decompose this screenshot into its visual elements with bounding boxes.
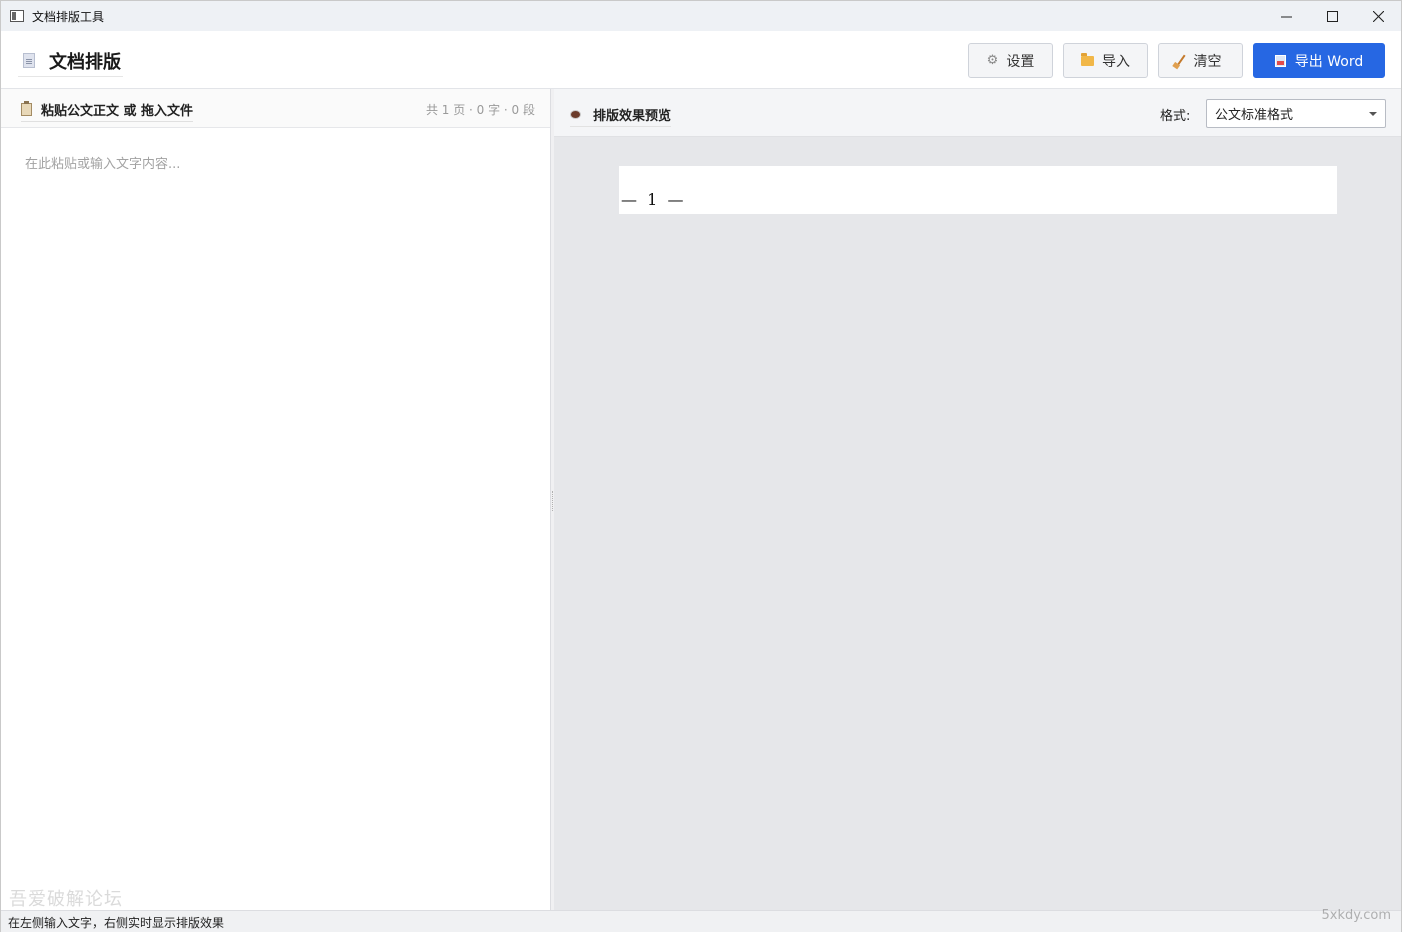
minimize-icon [1280, 16, 1292, 17]
app-icon [10, 10, 24, 22]
preview-panel-title: 排版效果预览 [593, 109, 672, 124]
splitter-grip[interactable] [552, 491, 553, 511]
folder-icon [1081, 52, 1094, 66]
maximize-icon [1326, 10, 1338, 22]
input-panel-header: 粘贴公文正文 或 拖入文件 共 1 页 · 0 字 · 0 段 [1, 89, 550, 128]
maximize-button[interactable] [1309, 1, 1355, 31]
settings-button-label: 设置 [1006, 53, 1035, 70]
preview-panel-header: 排版效果预览 格式: 公文标准格式 [554, 89, 1401, 137]
import-button-label: 导入 [1102, 53, 1130, 70]
app-header: 文档排版 ⚙ 设置 导入 清空 导出 Word [1, 31, 1401, 89]
clear-button-label: 清空 [1193, 53, 1222, 70]
broom-icon [1175, 54, 1186, 67]
title-bar: 文档排版工具 [1, 1, 1401, 31]
app-window: 文档排版工具 文档排版 ⚙ 设置 导入 清空 导出 Word 粘贴公文正文 或 … [0, 0, 1402, 932]
export-word-button-label: 导出 Word [1294, 53, 1364, 70]
settings-button[interactable]: ⚙ 设置 [968, 43, 1053, 78]
toolbar: ⚙ 设置 导入 清空 导出 Word [968, 43, 1385, 78]
clipboard-icon [21, 101, 32, 116]
window-controls [1263, 1, 1401, 31]
document-icon [23, 53, 35, 68]
close-icon [1372, 10, 1384, 22]
page-title: 文档排版 [49, 51, 121, 73]
import-button[interactable]: 导入 [1063, 43, 1148, 78]
preview-panel-title-wrap: 排版效果预览 [570, 105, 672, 127]
page-number: — 1 — [621, 190, 684, 209]
format-select-value: 公文标准格式 [1215, 108, 1294, 123]
preview-page: — 1 — [619, 166, 1337, 214]
input-panel-title: 粘贴公文正文 或 拖入文件 [41, 104, 194, 119]
document-stats: 共 1 页 · 0 字 · 0 段 [425, 103, 535, 117]
close-button[interactable] [1355, 1, 1401, 31]
gear-icon: ⚙ [986, 53, 999, 68]
status-bar: 在左侧输入文字，右侧实时显示排版效果 [1, 910, 1401, 932]
minimize-button[interactable] [1263, 1, 1309, 31]
chevron-down-icon [1369, 112, 1377, 116]
watermark-right: 5xkdy.com [1321, 908, 1391, 923]
format-select[interactable]: 公文标准格式 [1206, 99, 1386, 128]
watermark-left: 吾爱破解论坛 [9, 889, 123, 910]
eye-icon [570, 110, 581, 119]
format-label: 格式: [1160, 109, 1191, 124]
word-icon [1274, 54, 1286, 67]
preview-panel: 排版效果预览 格式: 公文标准格式 — 1 — [554, 89, 1401, 910]
window-title: 文档排版工具 [32, 9, 105, 24]
brand: 文档排版 [18, 45, 123, 77]
input-panel-title-wrap: 粘贴公文正文 或 拖入文件 [21, 100, 194, 122]
text-input[interactable] [1, 129, 550, 909]
clear-button[interactable]: 清空 [1158, 43, 1243, 78]
input-panel: 粘贴公文正文 或 拖入文件 共 1 页 · 0 字 · 0 段 [1, 89, 551, 910]
export-word-button[interactable]: 导出 Word [1253, 43, 1385, 78]
status-text: 在左侧输入文字，右侧实时显示排版效果 [8, 916, 225, 930]
